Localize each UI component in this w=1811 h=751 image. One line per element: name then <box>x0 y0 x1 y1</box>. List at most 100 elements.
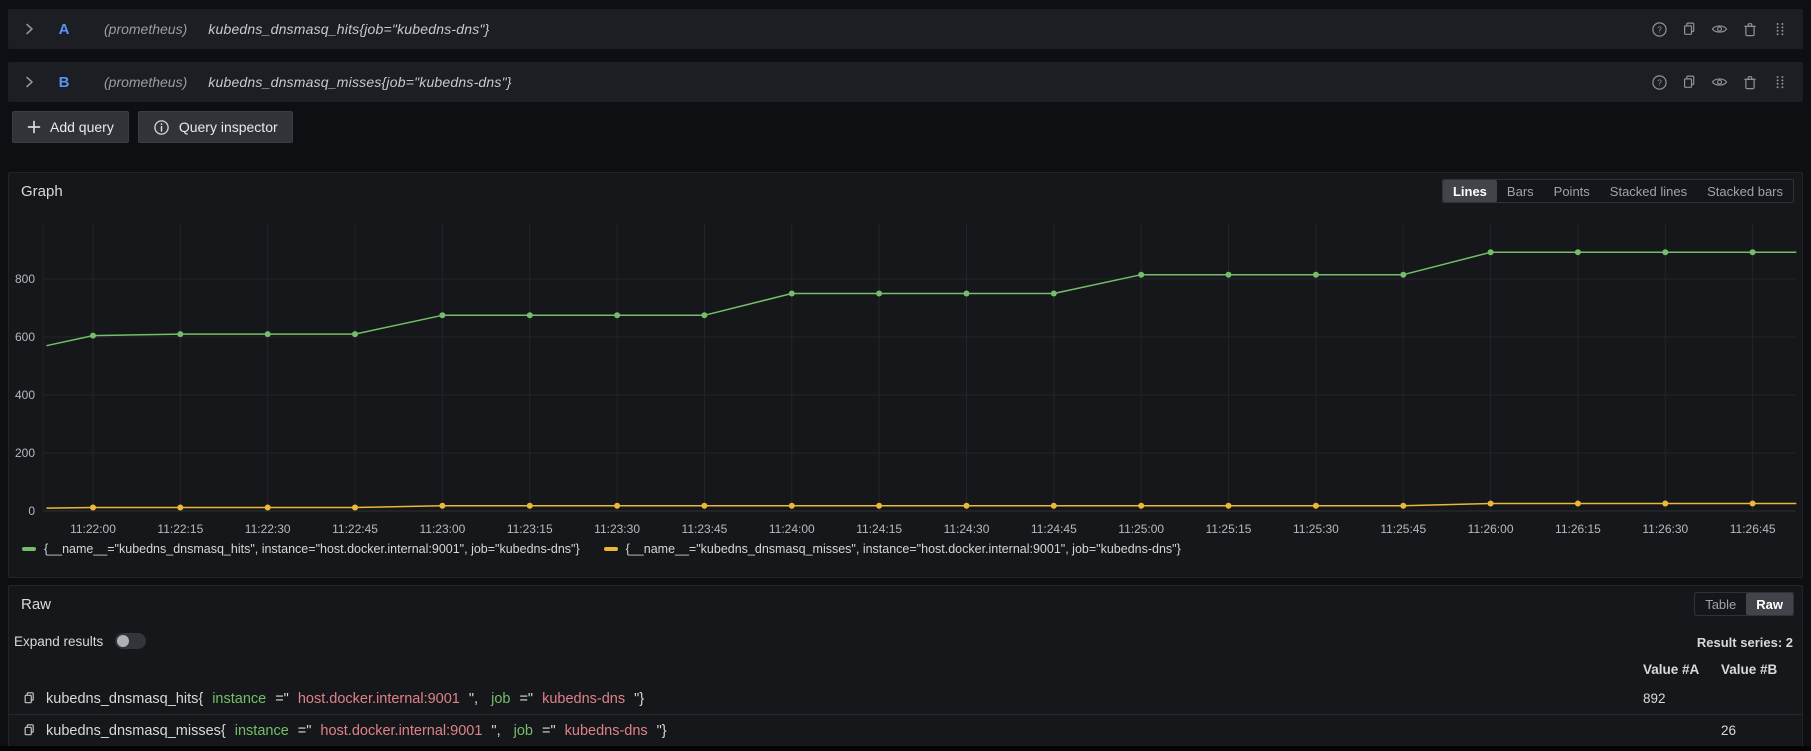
series-point[interactable] <box>352 331 358 337</box>
query-expression[interactable]: kubedns_dnsmasq_misses{job="kubedns-dns"… <box>208 74 511 90</box>
query-row-A: A (prometheus) kubedns_dnsmasq_hits{job="k… <box>8 9 1803 49</box>
display-mode-lines[interactable]: Lines <box>1443 180 1497 202</box>
expr-token-plain: "} <box>634 691 644 707</box>
x-axis-tick-label: 11:22:30 <box>245 522 291 536</box>
series-point[interactable] <box>1226 272 1232 278</box>
series-point[interactable] <box>439 503 445 509</box>
query-expression[interactable]: kubedns_dnsmasq_hits{job="kubedns-dns"} <box>208 21 489 37</box>
svg-text:?: ? <box>1657 24 1662 34</box>
expr-token-plain: ", <box>469 691 482 707</box>
result-view-table[interactable]: Table <box>1695 593 1746 615</box>
series-point[interactable] <box>1662 249 1668 255</box>
series-point[interactable] <box>177 505 183 511</box>
display-mode-stacked-lines[interactable]: Stacked lines <box>1600 180 1697 202</box>
series-point[interactable] <box>1575 501 1581 507</box>
series-point[interactable] <box>90 505 96 511</box>
series-point[interactable] <box>1400 503 1406 509</box>
trash-icon[interactable] <box>1741 74 1758 91</box>
series-point[interactable] <box>1488 249 1494 255</box>
chart-legend: {__name__="kubedns_dnsmasq_hits", instan… <box>22 542 1181 556</box>
x-axis-tick-label: 11:24:45 <box>1031 522 1077 536</box>
trash-icon[interactable] <box>1741 21 1758 38</box>
display-mode-bars[interactable]: Bars <box>1497 180 1544 202</box>
query-ref-letter[interactable]: B <box>55 74 73 91</box>
series-point[interactable] <box>265 331 271 337</box>
help-icon[interactable]: ? <box>1651 21 1668 38</box>
table-row: kubedns_dnsmasq_misses{instance="host.do… <box>9 715 1802 747</box>
series-point[interactable] <box>876 291 882 297</box>
x-axis-tick-label: 11:26:45 <box>1730 522 1776 536</box>
expr-token-plain: kubedns_dnsmasq_hits{ <box>46 691 203 707</box>
series-point[interactable] <box>1226 503 1232 509</box>
series-point[interactable] <box>1051 291 1057 297</box>
expand-query-button[interactable] <box>25 76 34 88</box>
timeseries-chart[interactable]: 11:22:0011:22:1511:22:3011:22:4511:23:00… <box>9 206 1802 546</box>
series-point[interactable] <box>614 312 620 318</box>
series-point[interactable] <box>789 503 795 509</box>
graph-panel: Graph LinesBarsPointsStacked linesStacke… <box>8 172 1803 578</box>
expand-query-button[interactable] <box>25 23 34 35</box>
legend-series-dash <box>22 547 36 551</box>
drag-handle-icon[interactable] <box>1771 21 1788 38</box>
duplicate-icon[interactable] <box>1681 21 1698 38</box>
series-point[interactable] <box>177 331 183 337</box>
series-point[interactable] <box>701 312 707 318</box>
copy-icon[interactable] <box>22 691 37 706</box>
eye-icon[interactable] <box>1711 74 1728 91</box>
x-axis-tick-label: 11:26:15 <box>1555 522 1601 536</box>
series-point[interactable] <box>90 333 96 339</box>
drag-handle-icon[interactable] <box>1771 74 1788 91</box>
series-point[interactable] <box>1051 503 1057 509</box>
query-ref-letter[interactable]: A <box>55 21 73 38</box>
expand-results-switch[interactable] <box>115 633 146 649</box>
duplicate-icon[interactable] <box>1681 74 1698 91</box>
series-point[interactable] <box>439 312 445 318</box>
display-mode-stacked-bars[interactable]: Stacked bars <box>1697 180 1793 202</box>
series-point[interactable] <box>1138 272 1144 278</box>
legend-series-dash <box>604 547 618 551</box>
series-point[interactable] <box>1313 503 1319 509</box>
query-inspector-button[interactable]: Query inspector <box>138 111 293 143</box>
column-header-value-b: Value #B <box>1721 662 1777 677</box>
query-datasource: (prometheus) <box>104 21 187 37</box>
series-point[interactable] <box>1662 501 1668 507</box>
series-point[interactable] <box>964 291 970 297</box>
series-point[interactable] <box>527 312 533 318</box>
x-axis-tick-label: 11:23:00 <box>419 522 465 536</box>
series-point[interactable] <box>527 503 533 509</box>
series-point[interactable] <box>265 505 271 511</box>
series-point[interactable] <box>1750 249 1756 255</box>
cell-value-a: 892 <box>1643 683 1666 714</box>
expr-token-label: job <box>491 691 510 707</box>
raw-results-panel: Raw TableRaw Expand results Result serie… <box>8 585 1803 747</box>
series-point[interactable] <box>1138 503 1144 509</box>
expr-token-label: instance <box>235 723 289 739</box>
display-mode-points[interactable]: Points <box>1544 180 1600 202</box>
series-point[interactable] <box>1313 272 1319 278</box>
series-point[interactable] <box>701 503 707 509</box>
query-inspector-label: Query inspector <box>179 119 278 135</box>
y-axis-tick-label: 800 <box>15 272 35 286</box>
expr-token-plain: =" <box>519 691 533 707</box>
help-icon[interactable]: ? <box>1651 74 1668 91</box>
info-circle-icon <box>153 119 170 136</box>
x-axis-tick-label: 11:25:15 <box>1206 522 1252 536</box>
x-axis-tick-label: 11:22:00 <box>70 522 116 536</box>
legend-item[interactable]: {__name__="kubedns_dnsmasq_hits", instan… <box>22 542 580 556</box>
series-point[interactable] <box>1488 501 1494 507</box>
series-point[interactable] <box>964 503 970 509</box>
eye-icon[interactable] <box>1711 21 1728 38</box>
series-point[interactable] <box>1750 501 1756 507</box>
series-point[interactable] <box>352 505 358 511</box>
row-expression: kubedns_dnsmasq_hits{instance="host.dock… <box>22 691 644 707</box>
copy-icon[interactable] <box>22 723 37 738</box>
series-point[interactable] <box>1400 272 1406 278</box>
series-point[interactable] <box>1575 249 1581 255</box>
result-view-raw[interactable]: Raw <box>1746 593 1793 615</box>
series-point[interactable] <box>789 291 795 297</box>
legend-item[interactable]: {__name__="kubedns_dnsmasq_misses", inst… <box>604 542 1181 556</box>
series-point[interactable] <box>614 503 620 509</box>
x-axis-tick-label: 11:23:15 <box>507 522 553 536</box>
series-point[interactable] <box>876 503 882 509</box>
add-query-button[interactable]: Add query <box>12 111 129 143</box>
